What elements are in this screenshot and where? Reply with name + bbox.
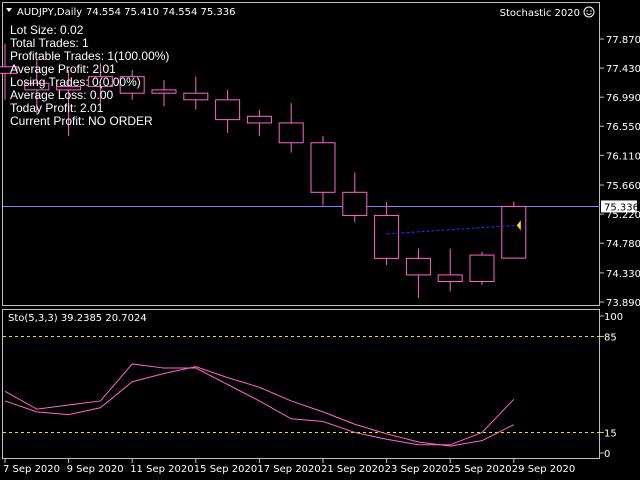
- trade-stats-panel: Lot Size: 0.02 Total Trades: 1 Profitable …: [10, 24, 169, 128]
- candle-body: [374, 214, 400, 259]
- indicator-name: Stochastic 2020: [500, 8, 580, 19]
- price-tick-label: 73.890: [606, 298, 640, 309]
- date-tick-label: 11 Sep 2020: [130, 464, 193, 475]
- price-tick-label: 75.660: [606, 181, 640, 192]
- current-price-label: 75.336: [604, 202, 639, 213]
- stat-line: Current Profit: NO ORDER: [10, 114, 153, 128]
- candle-body: [183, 92, 209, 101]
- candle-body: [469, 254, 495, 283]
- candle-body: [501, 205, 527, 259]
- date-tick-label: 25 Sep 2020: [448, 464, 511, 475]
- date-tick-label: 23 Sep 2020: [385, 464, 448, 475]
- price-tick-label: 76.110: [606, 151, 640, 162]
- candle-body: [437, 274, 463, 283]
- candle-body: [310, 142, 336, 193]
- ohlc-readout: 74.554 75.410 74.554 75.336: [86, 7, 236, 18]
- candle-body: [246, 115, 272, 124]
- candle-body: [405, 257, 431, 276]
- price-tick-label: 76.550: [606, 122, 640, 133]
- stochastic-label: Sto(5,3,3) 39.2385 20.7024: [8, 313, 147, 324]
- sto-tick-label: 100: [604, 312, 623, 323]
- price-tick-label: 74.780: [606, 239, 640, 250]
- candle: [469, 251, 495, 285]
- date-tick-label: 17 Sep 2020: [257, 464, 320, 475]
- candle-body: [215, 99, 241, 121]
- candle-body: [342, 191, 368, 216]
- date-tick-label: 29 Sep 2020: [512, 464, 575, 475]
- date-tick-label: 7 Sep 2020: [3, 464, 60, 475]
- date-tick-label: 15 Sep 2020: [194, 464, 257, 475]
- date-tick-label: 9 Sep 2020: [67, 464, 124, 475]
- price-tick-label: 74.330: [606, 269, 640, 280]
- symbol-title: AUDJPY,Daily: [17, 7, 82, 18]
- sto-tick-label: 0: [604, 449, 610, 460]
- date-tick-label: 21 Sep 2020: [321, 464, 384, 475]
- price-tick-label: 77.870: [606, 35, 640, 46]
- sto-tick-label: 15: [604, 428, 617, 439]
- price-tick-label: 77.430: [606, 64, 640, 75]
- candle: [501, 201, 527, 259]
- sto-tick-label: 85: [604, 333, 617, 344]
- price-tick-label: 76.990: [606, 93, 640, 104]
- candle-body: [278, 122, 304, 144]
